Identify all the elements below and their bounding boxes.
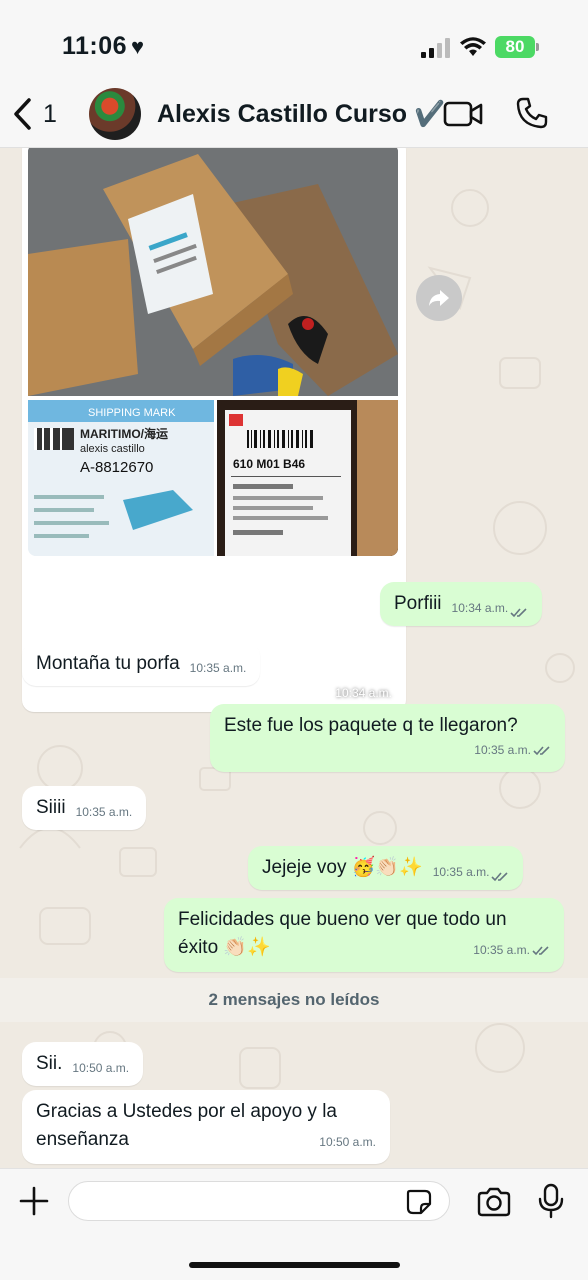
message-text: Sii. <box>36 1053 63 1074</box>
message-bubble-outgoing[interactable]: Porfiii 10:34 a.m. <box>380 582 543 626</box>
message-input[interactable] <box>68 1181 450 1221</box>
image-timestamp: 10:34 a.m. <box>335 686 392 700</box>
battery-indicator: 80 <box>495 36 535 58</box>
message-bubble-incoming[interactable]: Gracias a Ustedes por el apoyo y la ense… <box>22 1090 390 1164</box>
message-bubble-outgoing[interactable]: Felicidades que bueno ver que todo un éx… <box>164 898 564 972</box>
home-indicator[interactable] <box>189 1262 400 1268</box>
label-maritimo: MARITIMO/海运 <box>80 426 168 441</box>
label-code2: 610 M01 B46 <box>233 457 305 471</box>
message-text: Porfiii <box>394 593 442 614</box>
phone-icon[interactable] <box>515 96 549 130</box>
message-timestamp: 10:35 a.m. <box>75 805 133 819</box>
photo-boxes-floor[interactable] <box>28 148 398 396</box>
forward-button[interactable] <box>416 275 462 321</box>
forward-icon <box>429 290 449 306</box>
camera-icon[interactable] <box>476 1187 512 1217</box>
label-name: alexis castillo <box>80 443 145 455</box>
double-check-icon <box>532 945 549 955</box>
message-bubble-outgoing[interactable]: Este fue los paquete q te llegaron? 10:3… <box>210 704 565 772</box>
message-timestamp: 10:35 a.m. <box>189 661 247 675</box>
chat-area[interactable]: SHIPPING MARK MARITIMO/海运 alexis castill… <box>0 148 588 1168</box>
message-timestamp: 10:35 a.m. <box>432 865 490 879</box>
label-code: A-8812670 <box>80 459 153 476</box>
cellular-signal-icon <box>421 38 453 58</box>
double-check-icon <box>510 608 527 618</box>
message-timestamp: 10:35 a.m. <box>473 943 530 957</box>
contact-avatar[interactable] <box>89 88 141 140</box>
message-bubble-incoming[interactable]: Sii. 10:50 a.m. <box>22 1042 144 1086</box>
unread-messages-divider: 2 mensajes no leídos <box>0 978 588 1022</box>
message-bubble-incoming[interactable]: Montaña tu porfa 10:35 a.m. <box>22 642 261 686</box>
plus-icon[interactable] <box>18 1185 50 1217</box>
chat-header: 1 Alexis Castillo Curso ✔️ <box>0 82 588 148</box>
message-timestamp: 10:50 a.m. <box>72 1061 130 1075</box>
message-bubble-outgoing[interactable]: Jejeje voy 🥳👏🏻✨ 10:35 a.m. <box>248 846 524 890</box>
image-message[interactable]: SHIPPING MARK MARITIMO/海运 alexis castill… <box>22 148 406 712</box>
status-bar: 11:06 ♥ 80 <box>0 0 588 82</box>
back-unread-count[interactable]: 1 <box>43 100 57 129</box>
heart-icon: ♥ <box>131 34 145 59</box>
photo-shipping-label[interactable]: SHIPPING MARK MARITIMO/海运 alexis castill… <box>28 400 214 556</box>
double-check-icon <box>533 745 550 755</box>
microphone-icon[interactable] <box>538 1183 564 1219</box>
message-timestamp: 10:35 a.m. <box>474 743 531 757</box>
double-check-icon <box>491 872 509 882</box>
video-call-icon[interactable] <box>443 100 483 128</box>
contact-name[interactable]: Alexis Castillo Curso ✔️ <box>157 100 445 129</box>
label-shipping-mark: SHIPPING MARK <box>88 407 176 419</box>
photo-courier-label[interactable]: 610 M01 B46 <box>217 400 398 556</box>
chevron-left-icon[interactable] <box>10 96 34 132</box>
status-time: 11:06 <box>62 32 128 60</box>
wifi-icon <box>460 37 486 56</box>
message-text: Jejeje voy 🥳👏🏻✨ <box>262 857 423 878</box>
message-text: Siiii <box>36 797 66 818</box>
sticker-icon[interactable] <box>405 1188 433 1216</box>
message-bubble-incoming[interactable]: Siiii 10:35 a.m. <box>22 786 147 830</box>
message-text: Montaña tu porfa <box>36 653 180 674</box>
message-timestamp: 10:50 a.m. <box>319 1135 376 1149</box>
battery-tip <box>536 43 539 51</box>
message-timestamp: 10:34 a.m. <box>451 601 509 615</box>
